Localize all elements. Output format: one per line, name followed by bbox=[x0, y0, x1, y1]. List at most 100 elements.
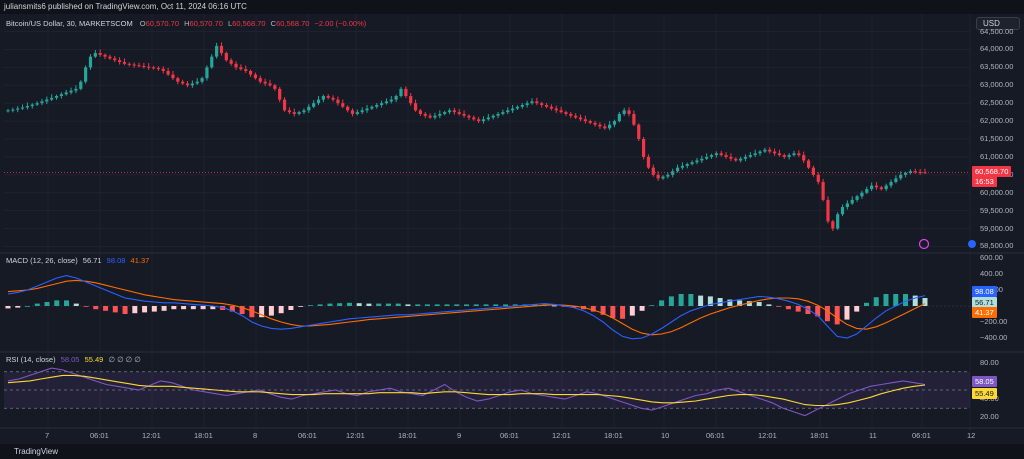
candle-body bbox=[612, 121, 617, 125]
candle-body bbox=[219, 45, 224, 54]
candle-body bbox=[671, 171, 675, 175]
candle-body bbox=[25, 106, 30, 108]
candle-body bbox=[690, 162, 694, 165]
macd-histogram-bar bbox=[464, 304, 469, 306]
macd-histogram-bar bbox=[424, 304, 430, 306]
symbol-title[interactable]: Bitcoin/US Dollar, 30, MARKETSCOM bbox=[6, 19, 133, 28]
candle-body bbox=[510, 108, 515, 111]
candle-body bbox=[234, 63, 238, 68]
candle-body bbox=[268, 83, 272, 86]
macd-tag: 41.37 bbox=[972, 306, 997, 318]
candle-body bbox=[758, 151, 762, 154]
candle-body bbox=[389, 99, 393, 102]
time-axis-tick: 18:01 bbox=[810, 431, 829, 440]
candle-body bbox=[239, 67, 243, 70]
macd-histogram-bar bbox=[785, 306, 791, 310]
time-axis-tick: 06:01 bbox=[500, 431, 519, 440]
candle-body bbox=[69, 90, 73, 93]
open-value: 60,570.70 bbox=[145, 19, 180, 28]
candle-body bbox=[675, 167, 680, 172]
candle-body bbox=[30, 104, 34, 107]
macd-histogram-bar bbox=[151, 306, 157, 312]
candle-body bbox=[433, 115, 437, 118]
candle-body bbox=[792, 153, 796, 156]
time-axis-tick: 06:01 bbox=[706, 431, 725, 440]
candle-body bbox=[16, 108, 20, 110]
candle-body bbox=[763, 149, 767, 152]
candle-body bbox=[117, 60, 122, 63]
macd-histogram-bar bbox=[795, 306, 801, 312]
candle-body bbox=[870, 185, 874, 190]
candle-body bbox=[588, 121, 592, 123]
candle-body bbox=[549, 106, 554, 109]
candle-body bbox=[399, 88, 403, 97]
macd-histogram-bar bbox=[142, 306, 148, 313]
price-axis-tick: 63,000.00 bbox=[980, 80, 1014, 90]
candle-body bbox=[734, 158, 738, 161]
price-legend: Bitcoin/US Dollar, 30, MARKETSCOM O60,57… bbox=[6, 19, 366, 28]
candle-body bbox=[802, 155, 806, 161]
candle-body bbox=[147, 66, 151, 68]
candle-body bbox=[447, 110, 452, 113]
candle-body bbox=[64, 92, 68, 95]
price-axis-tick: 64,000.00 bbox=[980, 44, 1014, 54]
candle-body bbox=[874, 185, 879, 188]
macd-histogram-bar bbox=[93, 306, 99, 310]
candle-body bbox=[171, 74, 175, 79]
candle-body bbox=[166, 70, 170, 75]
macd-histogram-bar bbox=[395, 303, 401, 306]
macd-histogram-bar bbox=[610, 306, 616, 318]
candle-body bbox=[50, 97, 54, 100]
macd-tag: 98.08 bbox=[972, 286, 997, 298]
macd-histogram-bar bbox=[863, 302, 869, 306]
candle-body bbox=[331, 97, 335, 100]
macd-histogram-bar bbox=[844, 306, 850, 320]
candle-body bbox=[632, 113, 636, 125]
macd-histogram-bar bbox=[190, 306, 196, 310]
price-axis-tick: 63,500.00 bbox=[980, 62, 1014, 72]
candle-body bbox=[695, 160, 699, 163]
candle-body bbox=[88, 56, 93, 68]
candle-body bbox=[273, 85, 277, 89]
price-axis-tick: 59,500.00 bbox=[980, 205, 1014, 215]
rsi-legend-v2: 55.49 bbox=[84, 355, 104, 364]
candle-body bbox=[772, 151, 777, 154]
candle-body bbox=[263, 81, 267, 84]
candle-body bbox=[336, 99, 340, 104]
candle-body bbox=[79, 81, 83, 89]
candle-body bbox=[855, 196, 859, 200]
candle-body bbox=[45, 99, 49, 102]
candle-body bbox=[297, 112, 301, 114]
macd-histogram-bar bbox=[376, 303, 382, 306]
macd-histogram-bar bbox=[171, 306, 177, 310]
candle-body bbox=[457, 112, 461, 114]
candle-body bbox=[205, 67, 209, 79]
macd-histogram-bar bbox=[356, 303, 362, 306]
price-axis-tick: 62,000.00 bbox=[980, 116, 1014, 126]
rsi-axis-tick: 20.00 bbox=[980, 412, 999, 422]
candle-body bbox=[520, 104, 524, 107]
candle-body bbox=[302, 110, 306, 113]
candle-body bbox=[244, 69, 248, 71]
macd-title[interactable]: MACD (12, 26, close) bbox=[6, 256, 78, 265]
candle-body bbox=[176, 78, 180, 82]
candle-body bbox=[394, 96, 398, 100]
candle-body bbox=[603, 126, 607, 129]
chart-canvas[interactable] bbox=[0, 0, 1024, 459]
candle-body bbox=[472, 117, 476, 120]
macd-histogram-bar bbox=[776, 306, 782, 307]
price-axis-tick: 58,500.00 bbox=[980, 241, 1014, 251]
candle-body bbox=[210, 56, 214, 68]
macd-histogram-bar bbox=[668, 296, 674, 306]
candle-body bbox=[787, 155, 791, 157]
macd-histogram-bar bbox=[698, 295, 704, 306]
rsi-legend-v1: 58.05 bbox=[60, 355, 80, 364]
candle-body bbox=[467, 115, 471, 118]
time-axis-tick: 18:01 bbox=[604, 431, 623, 440]
macd-histogram-bar bbox=[629, 306, 635, 316]
macd-histogram-bar bbox=[317, 304, 323, 306]
candle-body bbox=[108, 56, 112, 59]
rsi-title[interactable]: RSI (14, close) bbox=[6, 355, 56, 364]
candle-body bbox=[151, 67, 156, 69]
candle-body bbox=[74, 88, 78, 91]
